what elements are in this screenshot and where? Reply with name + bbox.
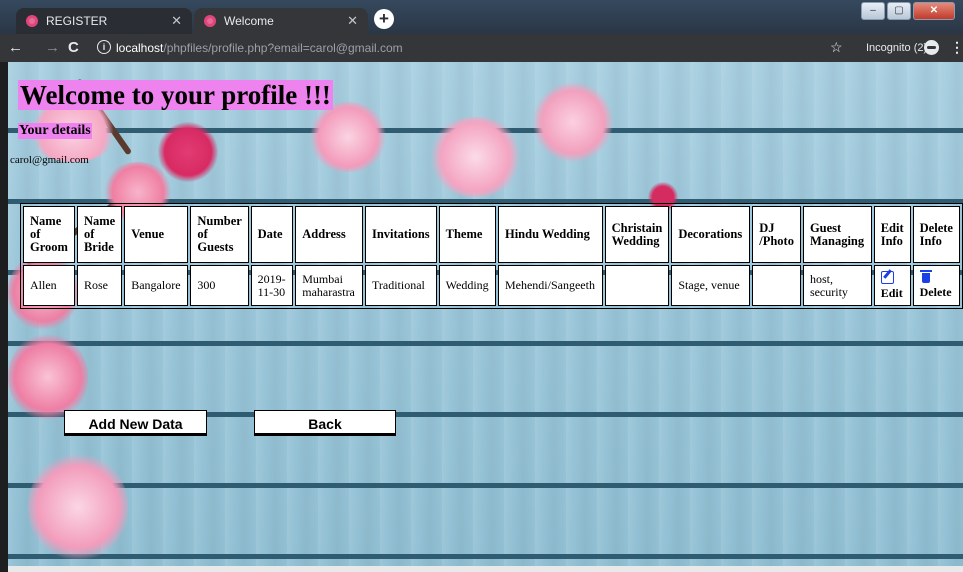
header-guest-managing: Guest Managing xyxy=(802,206,872,263)
cell-decorations: Stage, venue xyxy=(671,265,751,306)
tab-strip: REGISTER ✕ Welcome ✕ + – ▢ ✕ xyxy=(0,0,963,34)
header-delete: Delete Info xyxy=(912,206,960,263)
table-row: Allen Rose Bangalore 300 2019-11-30 Mumb… xyxy=(23,265,960,306)
close-tab-icon[interactable]: ✕ xyxy=(347,13,358,29)
header-bride: Name of Bride xyxy=(76,206,123,263)
flower-decoration xyxy=(533,82,613,162)
edit-label[interactable]: Edit xyxy=(881,286,903,300)
cell-dj xyxy=(752,265,801,306)
header-theme: Theme xyxy=(438,206,496,263)
cell-guest-managing: host, security xyxy=(802,265,872,306)
browser-chrome: REGISTER ✕ Welcome ✕ + – ▢ ✕ ← → C i loc… xyxy=(0,0,963,62)
cell-venue: Bangalore xyxy=(124,265,189,306)
close-tab-icon[interactable]: ✕ xyxy=(171,13,182,29)
window-controls: – ▢ ✕ xyxy=(861,2,955,20)
header-dj: DJ /Photo xyxy=(752,206,801,263)
bookmark-star-icon[interactable]: ☆ xyxy=(830,39,843,56)
flower-decoration xyxy=(308,102,388,172)
header-groom: Name of Groom xyxy=(23,206,75,263)
header-decorations: Decorations xyxy=(671,206,751,263)
edit-icon[interactable] xyxy=(880,271,894,284)
address-bar[interactable]: localhost/phpfiles/profile.php?email=car… xyxy=(116,41,403,55)
header-address: Address xyxy=(295,206,363,263)
page-title: Welcome to your profile !!! xyxy=(18,80,333,110)
reload-icon[interactable]: C xyxy=(68,39,79,57)
header-invitations: Invitations xyxy=(364,206,437,263)
cell-date: 2019-11-30 xyxy=(250,265,294,306)
user-email: carol@gmail.com xyxy=(10,154,89,166)
page-viewport: Welcome to your profile !!! Your details… xyxy=(8,62,963,572)
tab-register[interactable]: REGISTER ✕ xyxy=(16,8,192,34)
delete-link[interactable]: Delete xyxy=(912,265,960,306)
new-tab-button[interactable]: + xyxy=(374,9,394,29)
flower-decoration xyxy=(28,452,128,562)
add-new-data-button[interactable]: Add New Data xyxy=(64,410,207,436)
delete-label[interactable]: Delete xyxy=(920,285,952,299)
url-path: /phpfiles/profile.php?email=carol@gmail.… xyxy=(163,41,403,55)
cell-christian xyxy=(604,265,670,306)
header-christian: Christain Wedding xyxy=(604,206,670,263)
horizontal-scrollbar[interactable] xyxy=(8,566,963,572)
tab-welcome[interactable]: Welcome ✕ xyxy=(194,8,368,34)
back-arrow-icon[interactable]: ← xyxy=(8,39,23,57)
url-host: localhost xyxy=(116,41,164,55)
site-favicon-icon xyxy=(204,15,216,27)
flower-decoration xyxy=(158,122,218,182)
flower-decoration xyxy=(428,117,523,197)
cell-theme: Wedding xyxy=(438,265,496,306)
header-guests: Number of Guests xyxy=(190,206,249,263)
maximize-icon[interactable]: ▢ xyxy=(887,2,911,20)
back-button[interactable]: Back xyxy=(254,410,396,436)
incognito-icon[interactable] xyxy=(924,40,939,55)
info-icon[interactable]: i xyxy=(97,40,111,54)
header-edit: Edit Info xyxy=(873,206,911,263)
incognito-label: Incognito (2) xyxy=(866,42,928,54)
cell-guests: 300 xyxy=(190,265,249,306)
browser-toolbar: ← → C i localhost/phpfiles/profile.php?e… xyxy=(0,34,963,62)
tab-title: REGISTER xyxy=(46,14,108,28)
cell-hindu: Mehendi/Sangeeth xyxy=(497,265,603,306)
profile-table: Name of Groom Name of Bride Venue Number… xyxy=(20,203,963,309)
forward-arrow-icon[interactable]: → xyxy=(45,39,60,57)
header-date: Date xyxy=(250,206,294,263)
details-label: Your details xyxy=(18,123,92,139)
menu-dots-icon[interactable]: ⋮ xyxy=(950,39,963,56)
cell-groom: Allen xyxy=(23,265,75,306)
site-favicon-icon xyxy=(26,15,38,27)
close-window-icon[interactable]: ✕ xyxy=(913,2,955,20)
cell-address: Mumbai maharastra xyxy=(295,265,363,306)
tab-title: Welcome xyxy=(224,14,274,28)
table-header-row: Name of Groom Name of Bride Venue Number… xyxy=(23,206,960,263)
header-hindu: Hindu Wedding xyxy=(497,206,603,263)
window-border xyxy=(0,62,8,572)
header-venue: Venue xyxy=(124,206,189,263)
cell-invitations: Traditional xyxy=(364,265,437,306)
cell-bride: Rose xyxy=(76,265,123,306)
flower-decoration xyxy=(8,332,88,422)
edit-link[interactable]: Edit xyxy=(873,265,911,306)
minimize-icon[interactable]: – xyxy=(861,2,885,20)
trash-icon[interactable] xyxy=(919,269,932,283)
